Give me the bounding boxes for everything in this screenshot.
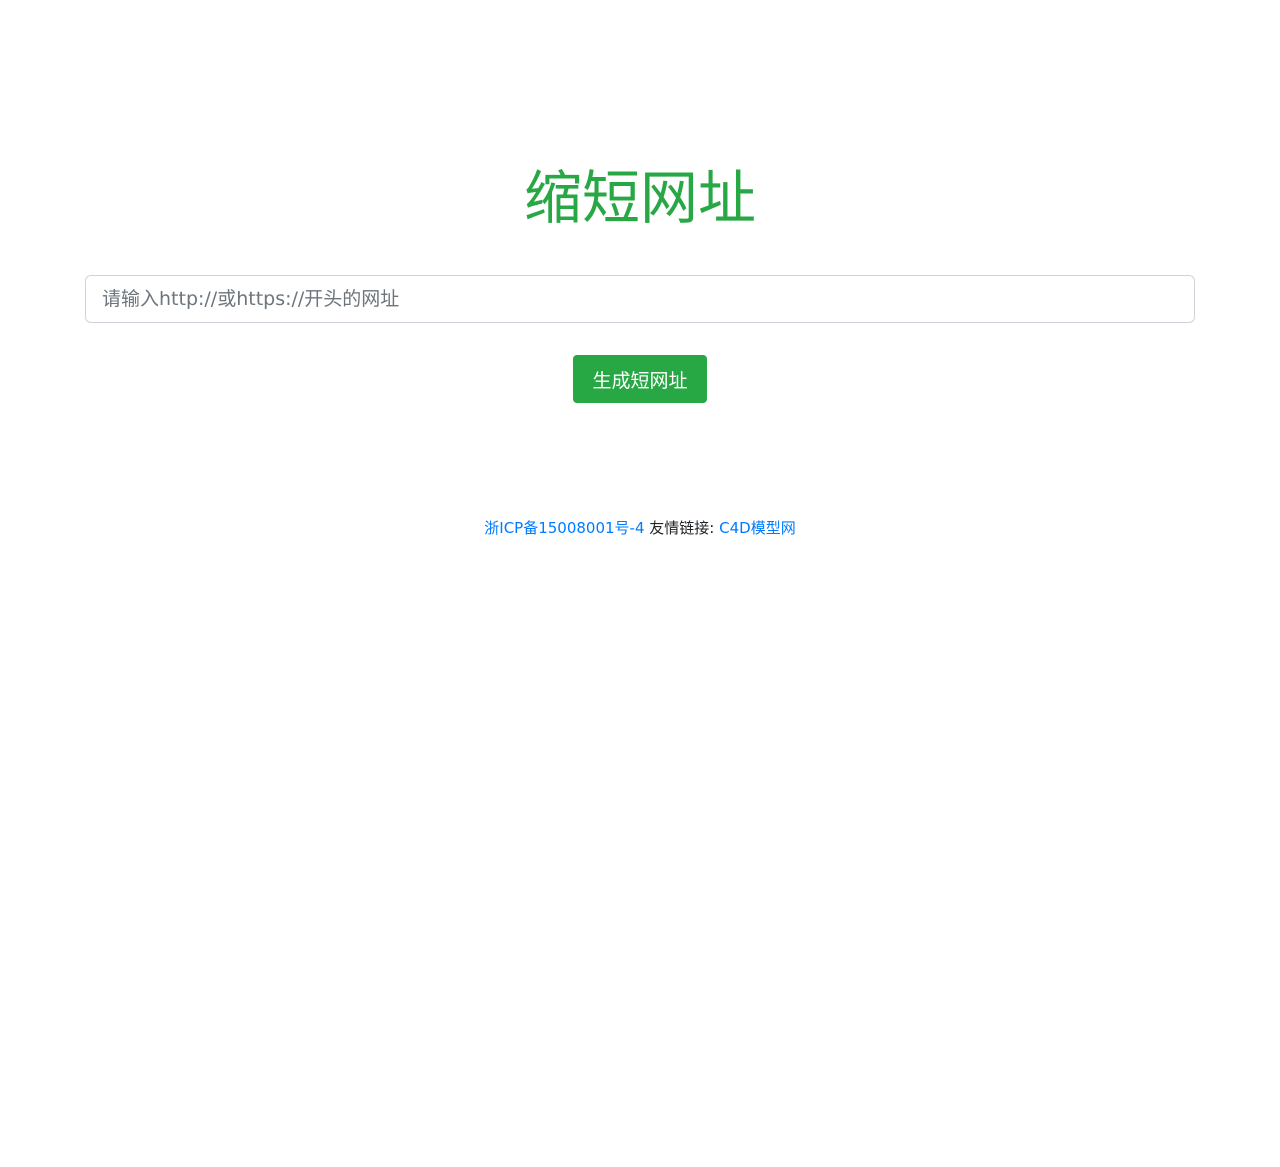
icp-link[interactable]: 浙ICP备15008001号-4 <box>484 519 644 537</box>
page: 缩短网址 生成短网址 浙ICP备15008001号-4 友情链接: C4D模型网 <box>0 0 1280 1167</box>
friend-link-c4d[interactable]: C4D模型网 <box>719 519 796 537</box>
page-title: 缩短网址 <box>523 164 756 232</box>
generate-short-url-button[interactable]: 生成短网址 <box>573 355 707 403</box>
friend-links-label: 友情链接: <box>649 519 715 537</box>
footer: 浙ICP备15008001号-4 友情链接: C4D模型网 <box>0 517 1280 539</box>
url-input[interactable] <box>85 275 1195 323</box>
